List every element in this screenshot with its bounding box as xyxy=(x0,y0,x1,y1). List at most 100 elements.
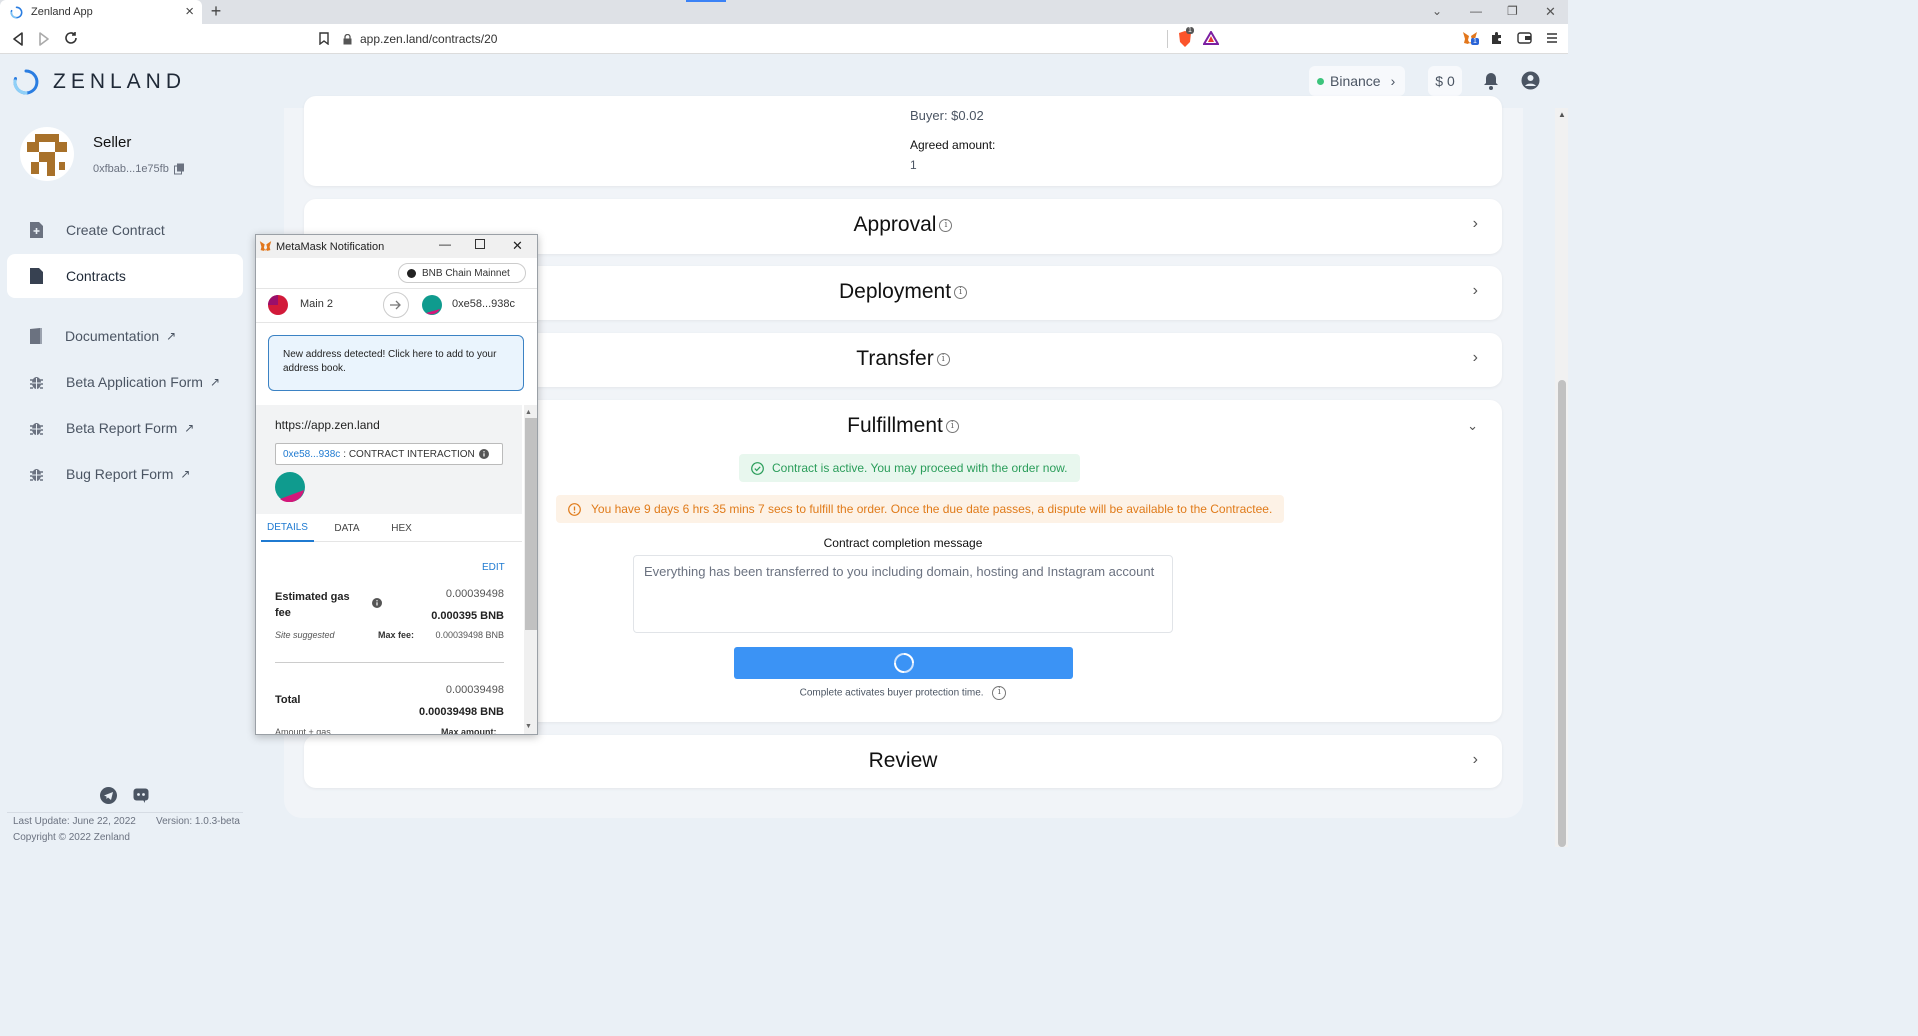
sidebar-item-label: Beta Report Form xyxy=(66,420,178,436)
to-account-avatar xyxy=(422,295,442,315)
edit-button[interactable]: EDIT xyxy=(482,562,505,573)
copy-icon[interactable] xyxy=(173,163,185,175)
info-icon[interactable]: i xyxy=(945,419,959,433)
success-message: Contract is active. You may proceed with… xyxy=(772,461,1068,475)
chevron-right-icon[interactable]: › xyxy=(1473,282,1478,300)
tab-close-icon[interactable]: × xyxy=(185,3,194,20)
reload-icon[interactable] xyxy=(64,31,78,45)
brave-shield-icon[interactable]: 1 xyxy=(1177,27,1194,48)
sidebar-item-label: Contracts xyxy=(66,268,126,284)
external-link-icon: ↗ xyxy=(184,421,195,435)
avatar[interactable] xyxy=(20,127,74,181)
protection-note-text: Complete activates buyer protection time… xyxy=(799,687,984,699)
from-account-avatar xyxy=(268,295,288,315)
browser-tab[interactable]: Zenland App × xyxy=(0,0,202,24)
close-icon[interactable]: ✕ xyxy=(512,238,523,254)
new-address-notice[interactable]: New address detected! Click here to add … xyxy=(268,335,524,391)
close-window-icon[interactable]: ✕ xyxy=(1545,4,1556,20)
minimize-icon[interactable]: — xyxy=(439,237,451,251)
account-icon[interactable] xyxy=(1521,71,1540,90)
gas-fee-label: Estimated gas fee xyxy=(275,591,350,619)
browser-tab-strip: Zenland App × + ⌄ — ❐ ✕ xyxy=(0,0,1568,24)
metamask-window: MetaMask Notification — ✕ BNB Chain Main… xyxy=(255,234,538,735)
tab-data[interactable]: DATA xyxy=(327,514,367,542)
restore-icon[interactable]: ❐ xyxy=(1507,4,1518,18)
address-bar[interactable]: app.zen.land/contracts/20 xyxy=(343,28,1167,50)
forward-icon[interactable] xyxy=(38,32,50,46)
chevron-down-icon[interactable]: ⌄ xyxy=(1467,418,1478,434)
document-icon xyxy=(29,267,44,285)
metamask-extension-icon[interactable]: 1 xyxy=(1462,31,1479,45)
version: Version: 1.0.3-beta xyxy=(156,816,240,827)
max-fee-label: Max fee: xyxy=(378,630,415,640)
extensions-icon[interactable] xyxy=(1490,31,1504,45)
sidebar-item-label: Create Contract xyxy=(66,222,165,238)
back-icon[interactable] xyxy=(12,32,24,46)
new-tab-button[interactable]: + xyxy=(206,1,226,22)
sidebar-item-create-contract[interactable]: Create Contract xyxy=(7,208,243,252)
sidebar-item-beta-report-form[interactable]: Beta Report Form ↗ xyxy=(7,406,243,450)
zenland-logo-icon[interactable] xyxy=(12,68,40,96)
tab-hex[interactable]: HEX xyxy=(384,514,419,542)
address-text: 0xfbab...1e75fb xyxy=(93,163,169,175)
zenland-favicon-icon xyxy=(10,6,23,19)
transfer-title: Transfer xyxy=(856,347,934,370)
sidebar-item-documentation[interactable]: Documentation ↗ xyxy=(7,314,243,358)
approval-title: Approval xyxy=(853,213,937,236)
brand-name[interactable]: ZENLAND xyxy=(53,70,186,94)
menu-icon[interactable] xyxy=(1547,32,1557,44)
to-account-address[interactable]: 0xe58...938c xyxy=(452,298,515,310)
warning-icon xyxy=(568,502,581,516)
info-icon[interactable]: i xyxy=(992,686,1007,700)
telegram-icon[interactable] xyxy=(100,787,117,804)
tab-details[interactable]: DETAILS xyxy=(261,514,314,542)
arrow-right-icon xyxy=(383,292,409,318)
document-plus-icon xyxy=(29,221,44,239)
external-link-icon: ↗ xyxy=(166,329,177,343)
contract-interaction-tag: 0xe58...938c : CONTRACT INTERACTION xyxy=(275,443,503,465)
info-icon[interactable]: i xyxy=(954,285,968,299)
divider xyxy=(1167,30,1168,48)
sidebar: Seller 0xfbab...1e75fb Create Contract C… xyxy=(0,108,251,847)
brave-rewards-icon[interactable] xyxy=(1203,31,1219,45)
deployment-title: Deployment xyxy=(838,280,952,303)
chevron-right-icon[interactable]: › xyxy=(1473,349,1478,367)
minimize-icon[interactable]: — xyxy=(1470,4,1482,18)
wallet-icon[interactable] xyxy=(1517,32,1532,44)
profile-role: Seller xyxy=(93,134,132,151)
network-selector[interactable]: Binance › xyxy=(1309,66,1405,96)
bell-icon[interactable] xyxy=(1483,72,1499,90)
balance-display[interactable]: $ 0 xyxy=(1428,66,1462,96)
tab-search-icon[interactable]: ⌄ xyxy=(1432,4,1442,18)
popup-scroll-up-icon[interactable]: ▲ xyxy=(525,409,532,416)
chevron-right-icon[interactable]: › xyxy=(1473,215,1478,233)
copyright: Copyright © 2022 Zenland xyxy=(13,832,130,843)
from-account-name[interactable]: Main 2 xyxy=(300,298,333,310)
discord-icon[interactable] xyxy=(133,788,149,803)
popup-scroll-down-icon[interactable]: ▼ xyxy=(525,723,532,730)
complete-button[interactable] xyxy=(734,647,1073,679)
sidebar-item-bug-report-form[interactable]: Bug Report Form ↗ xyxy=(7,452,243,496)
last-update: Last Update: June 22, 2022 xyxy=(13,816,136,827)
completion-message-textarea[interactable]: Everything has been transferred to you i… xyxy=(633,555,1173,633)
sidebar-item-label: Documentation xyxy=(65,328,160,344)
metamask-badge: 1 xyxy=(1471,38,1479,45)
network-name: Binance xyxy=(1330,73,1381,89)
info-icon[interactable] xyxy=(372,598,382,608)
sidebar-item-contracts[interactable]: Contracts xyxy=(7,254,243,298)
sidebar-item-beta-application-form[interactable]: Beta Application Form ↗ xyxy=(7,360,243,404)
amount-gas-label: Amount + gas xyxy=(275,727,331,735)
page-scrollbar-thumb[interactable] xyxy=(1558,380,1566,847)
scroll-up-icon[interactable]: ▲ xyxy=(1558,110,1566,119)
maximize-icon[interactable] xyxy=(475,239,485,249)
bookmark-icon[interactable] xyxy=(319,32,329,45)
contract-address-link[interactable]: 0xe58...938c xyxy=(283,449,340,460)
info-icon[interactable] xyxy=(478,449,489,459)
warning-message: You have 9 days 6 hrs 35 mins 7 secs to … xyxy=(591,502,1273,516)
section-review[interactable]: Review › xyxy=(304,735,1502,788)
network-pill[interactable]: BNB Chain Mainnet xyxy=(398,263,526,283)
popup-scrollbar-thumb[interactable] xyxy=(525,418,537,630)
info-icon[interactable]: i xyxy=(939,218,953,232)
info-icon[interactable]: i xyxy=(936,352,950,366)
chevron-right-icon[interactable]: › xyxy=(1473,751,1478,769)
